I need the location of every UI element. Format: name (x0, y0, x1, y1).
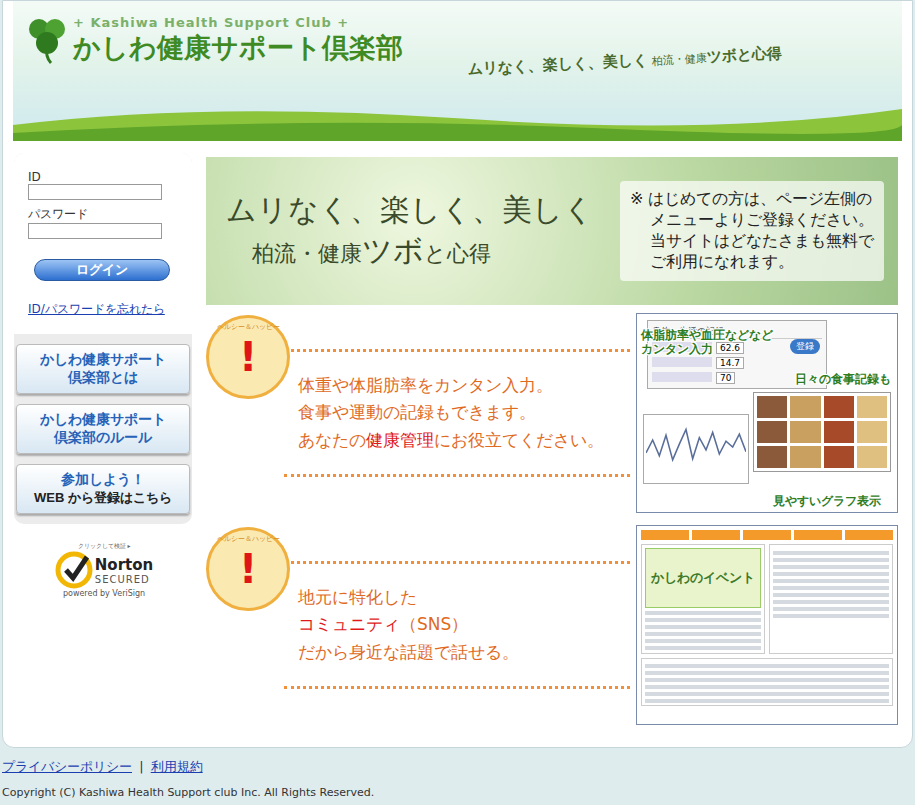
clover-leaf-icon (25, 15, 69, 65)
community-screenshot: かしわのイベント (636, 525, 898, 725)
id-label: ID (28, 170, 178, 184)
banner-subtitle: 柏流・健康ツボと心得 (252, 231, 594, 272)
header-slogan: ムリなく、楽しく、美しく柏流・健康ツボと心得 (468, 43, 783, 79)
feature-row: ヘルシー＆ハッピー ! 体重や体脂肪率をカンタン入力。食事や運動の記録もできます… (206, 309, 898, 517)
badge: ヘルシー＆ハッピー ! (206, 527, 290, 611)
badge: ヘルシー＆ハッピー ! (206, 315, 290, 399)
id-input[interactable] (28, 184, 162, 200)
password-label: パスワード (28, 206, 178, 223)
main-frame: + Kashiwa Health Support Club + かしわ健康サポー… (2, 0, 913, 748)
login-form: ID パスワード ログイン ID/パスワードを忘れたら (14, 153, 192, 334)
menu-button[interactable]: かしわ健康サポート倶楽部とは (16, 344, 190, 394)
login-button[interactable]: ログイン (34, 259, 170, 281)
event-image: かしわのイベント (645, 548, 761, 608)
page: + Kashiwa Health Support Club + かしわ健康サポー… (0, 0, 915, 805)
feature-row: ヘルシー＆ハッピー ! 地元に特化したコミュニティ（SNS）だから身近な話題で話… (206, 521, 898, 729)
header: + Kashiwa Health Support Club + かしわ健康サポー… (13, 1, 902, 141)
banner: ムリなく、楽しく、美しく 柏流・健康ツボと心得 ※ はじめての方は、ページ左側の… (206, 157, 898, 305)
menu-button[interactable]: かしわ健康サポート倶楽部のルール (16, 404, 190, 454)
norton-badge[interactable]: クリックして検証 ▸ Norton SECURED powered by Ver… (48, 542, 160, 598)
copyright: Copyright (C) Kashiwa Health Support clu… (2, 786, 915, 799)
records-screenshot: 身体・生活の記録 62.614.770 登録 体脂肪率や血圧などなどカンタン入力… (636, 313, 898, 513)
feature-text: 地元に特化したコミュニティ（SNS）だから身近な話題で話せる。 (284, 561, 630, 689)
checkmark-icon (55, 551, 93, 589)
graph (643, 414, 749, 484)
logo-name: かしわ健康サポート倶楽部 (73, 30, 403, 66)
password-input[interactable] (28, 223, 162, 239)
hills-decoration (13, 101, 902, 141)
footer: プライバシーポリシー | 利用規約 Copyright (C) Kashiwa … (0, 748, 915, 799)
terms-link[interactable]: 利用規約 (151, 759, 203, 774)
logo-tagline: + Kashiwa Health Support Club + (73, 15, 403, 30)
banner-note: ※ はじめての方は、ページ左側のメニューよりご登録ください。当サイトはどなたさま… (620, 181, 884, 280)
banner-title: ムリなく、楽しく、美しく (226, 190, 594, 231)
privacy-link[interactable]: プライバシーポリシー (2, 759, 132, 774)
forgot-link[interactable]: ID/パスワードを忘れたら (28, 301, 178, 318)
menu-button[interactable]: 参加しよう！WEB から登録はこちら (16, 464, 190, 514)
feature-text: 体重や体脂肪率をカンタン入力。食事や運動の記録もできます。あなたの健康管理にお役… (284, 349, 630, 477)
food-photos (753, 392, 891, 472)
main-content: ムリなく、楽しく、美しく 柏流・健康ツボと心得 ※ はじめての方は、ページ左側の… (206, 153, 898, 729)
sidebar: ID パスワード ログイン ID/パスワードを忘れたら かしわ健康サポート倶楽部… (14, 153, 192, 729)
